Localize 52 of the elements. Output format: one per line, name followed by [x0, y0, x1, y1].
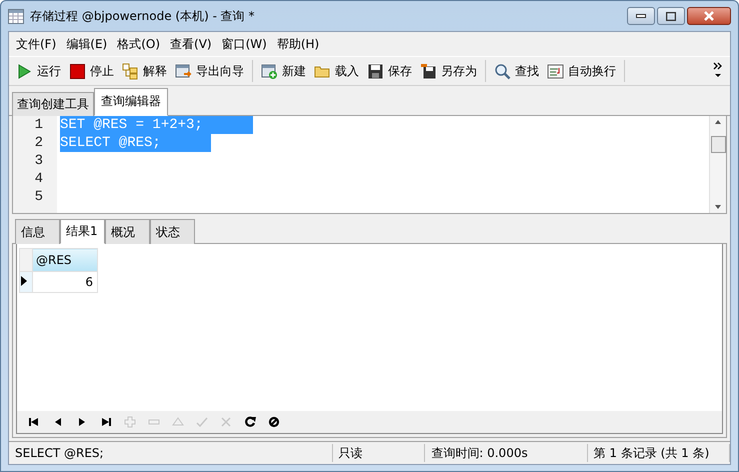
tab[interactable]: 查询创建工具 — [12, 92, 94, 116]
minimize-icon — [636, 14, 646, 18]
line-number: 4 — [34, 170, 44, 188]
menu-item[interactable]: 查看(V) — [166, 36, 216, 52]
save-as-icon — [420, 62, 437, 80]
toolbar-button[interactable]: 自动换行 — [543, 60, 620, 82]
search-icon — [494, 62, 511, 80]
close-button[interactable] — [687, 7, 731, 25]
status-text: SELECT @RES; — [9, 444, 333, 462]
save-icon — [367, 62, 384, 80]
maximize-button[interactable] — [657, 7, 685, 25]
table-cell: 6 — [32, 272, 98, 292]
toolbar-button[interactable]: 另存为 — [416, 60, 481, 82]
scrollbar[interactable] — [709, 116, 726, 213]
wrap-icon — [547, 62, 564, 80]
new-table-icon — [261, 62, 278, 80]
minimize-button[interactable] — [627, 7, 655, 25]
column-header[interactable]: @RES — [32, 248, 98, 272]
toolbar-button[interactable]: 解释 — [118, 60, 171, 82]
menu-item[interactable]: 格式(O) — [113, 36, 164, 52]
line-number: 1 — [34, 116, 44, 134]
play-icon — [16, 62, 33, 80]
toolbar-button[interactable]: 载入 — [310, 60, 363, 82]
close-icon — [703, 11, 715, 21]
tab[interactable]: 状态 — [150, 219, 195, 244]
status-text: 只读 — [332, 444, 426, 462]
toolbar-button[interactable]: 运行 — [12, 60, 65, 82]
tab[interactable]: 概况 — [105, 219, 150, 244]
menu-item[interactable]: 文件(F) — [12, 36, 60, 52]
scroll-thumb[interactable] — [710, 136, 726, 153]
table-icon — [8, 8, 24, 24]
export-icon — [175, 62, 192, 80]
window-title: 存储过程 @bjpowernode (本机) - 查询 * — [30, 8, 255, 24]
toolbar-button[interactable]: 保存 — [363, 60, 416, 82]
menu-item[interactable]: 窗口(W) — [218, 36, 271, 52]
diagram-icon — [122, 62, 139, 80]
maximize-icon — [666, 12, 676, 20]
tab[interactable]: 结果1 — [60, 219, 105, 244]
tab[interactable]: 信息 — [15, 219, 60, 244]
menu-item[interactable]: 编辑(E) — [62, 36, 112, 52]
toolbar-button[interactable]: 导出向导 — [171, 60, 248, 82]
toolbar-button[interactable]: 停止 — [65, 60, 118, 82]
line-number: 3 — [34, 152, 44, 170]
toolbar-button[interactable]: 新建 — [257, 60, 310, 82]
status-text: 查询时间: 0.000s — [425, 444, 588, 462]
tab[interactable]: 查询编辑器 — [94, 88, 168, 116]
menu-item[interactable]: 帮助(H) — [272, 36, 324, 52]
stop-icon — [69, 62, 86, 80]
line-number: 2 — [34, 134, 44, 152]
line-number: 5 — [34, 188, 44, 206]
status-text: 第 1 条记录 (共 1 条) — [588, 444, 730, 462]
toolbar-button[interactable]: 查找 — [490, 60, 543, 82]
